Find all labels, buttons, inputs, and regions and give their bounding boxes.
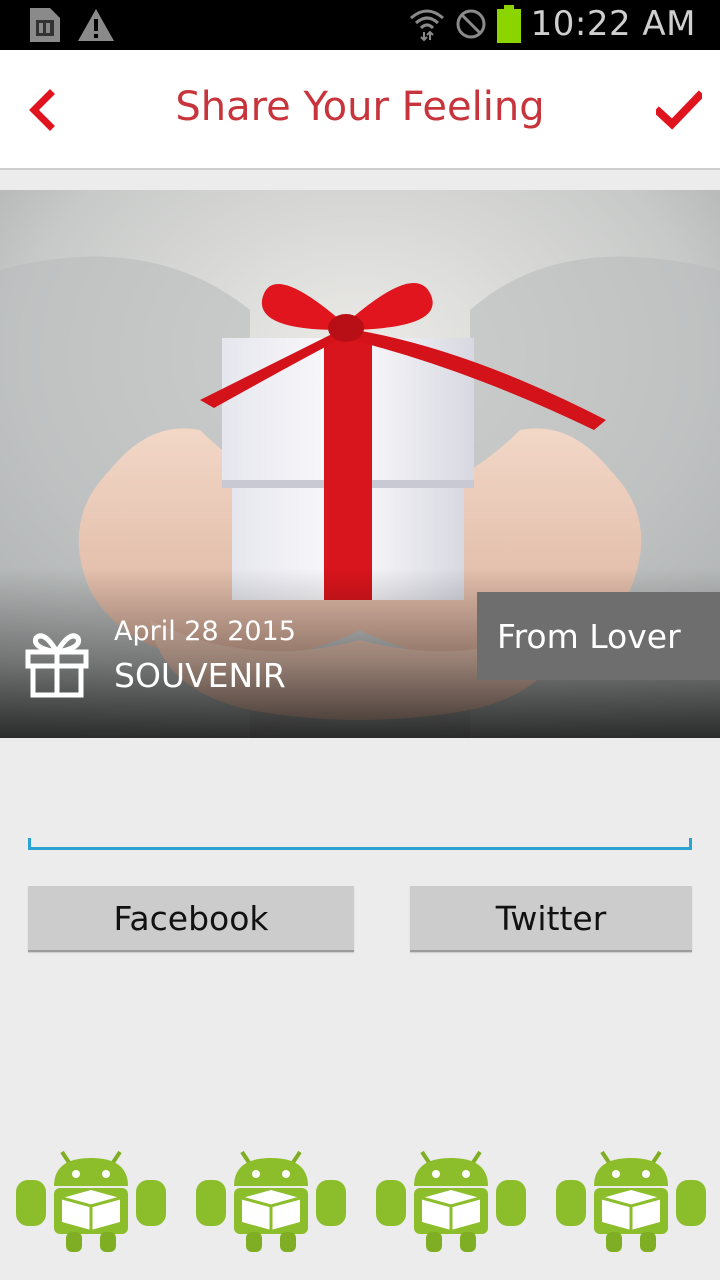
input-edge-right [689, 838, 692, 850]
android-box-icon[interactable] [14, 1150, 168, 1254]
gift-icon [25, 633, 89, 698]
app-header: Share Your Feeling [0, 50, 720, 170]
clock: 10:22 AM [530, 4, 696, 44]
souvenir-card[interactable]: April 28 2015 SOUVENIR From Lover [0, 190, 720, 738]
warning-icon [78, 9, 114, 41]
status-bar: 10:22 AM [0, 0, 720, 50]
no-signal-icon [456, 9, 486, 39]
card-category: SOUVENIR [114, 656, 286, 695]
message-input[interactable] [28, 770, 692, 850]
android-box-icon[interactable] [554, 1150, 708, 1254]
from-tag: From Lover [477, 592, 720, 680]
wifi-icon [409, 9, 444, 42]
page-title: Share Your Feeling [175, 84, 545, 130]
android-box-icon[interactable] [374, 1150, 528, 1254]
facebook-button[interactable]: Facebook [28, 886, 354, 952]
twitter-button[interactable]: Twitter [410, 886, 692, 952]
checkmark-icon[interactable] [656, 90, 702, 130]
card-date: April 28 2015 [114, 616, 296, 647]
android-box-icon[interactable] [194, 1150, 348, 1254]
bottom-icon-bar [0, 1150, 720, 1260]
battery-icon [496, 5, 521, 43]
sim-icon [30, 8, 60, 42]
input-edge-left [28, 838, 31, 850]
